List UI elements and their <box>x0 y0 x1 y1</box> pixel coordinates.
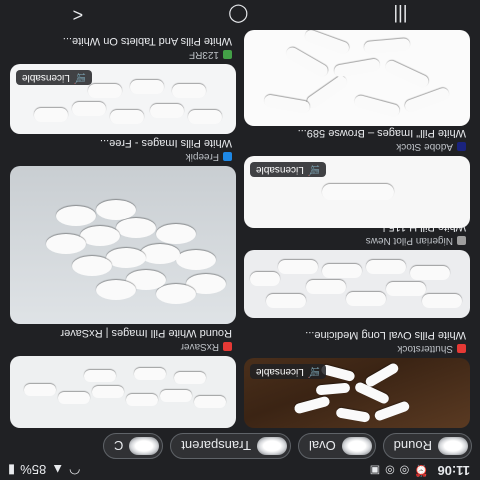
result-card[interactable]: 🛒 Licensable Adobe Stock White Pill" Imag… <box>244 127 470 228</box>
signal-icon: ▲ <box>51 462 65 478</box>
nav-bar: ||| ◯ < <box>0 0 480 30</box>
system-icons: ◠ ▲ 85% ▮ <box>8 462 81 479</box>
notification-icons: ⏰ ◎ ◎ ▣ <box>370 464 428 477</box>
result-source: Shutterstock <box>397 343 466 354</box>
chip-transparent[interactable]: Transparent <box>170 433 291 459</box>
result-title[interactable]: White Pills Oval Long Medicine... <box>305 329 466 341</box>
chip-thumbnail <box>438 437 468 455</box>
result-card[interactable]: Nigerian Pilot News White Pill H 115 |..… <box>244 221 470 318</box>
chip-label: Oval <box>308 438 336 454</box>
alarm-icon: ⏰ <box>414 464 428 476</box>
chip-thumbnail <box>256 437 287 455</box>
chip-thumbnail <box>341 437 372 455</box>
chip-oval[interactable]: Oval <box>297 433 376 459</box>
result-image[interactable]: 🛒 Licensable <box>244 156 470 228</box>
chip-label: C <box>113 438 124 454</box>
result-image[interactable] <box>244 250 470 318</box>
status-time: 11:06 <box>437 463 470 478</box>
favicon-icon <box>457 236 466 245</box>
result-image[interactable] <box>10 166 236 324</box>
result-image[interactable] <box>10 356 236 428</box>
recents-button[interactable]: ||| <box>393 5 407 26</box>
home-button[interactable]: ◯ <box>228 5 248 26</box>
back-button[interactable]: < <box>73 5 84 26</box>
result-source: 123RF <box>189 49 232 60</box>
chip-more[interactable]: C <box>102 433 164 459</box>
result-title[interactable]: Round White Pill Images | RxSaver <box>60 327 232 339</box>
result-source: Nigerian Pilot News <box>366 235 466 246</box>
result-source: RxSaver <box>181 341 232 352</box>
cart-icon: 🛒 <box>307 366 321 377</box>
chip-label: Transparent <box>181 438 251 454</box>
cart-icon: 🛒 <box>73 72 87 83</box>
licensable-badge: 🛒 Licensable <box>16 70 93 85</box>
status-bar: 11:06 ⏰ ◎ ◎ ▣ ◠ ▲ 85% ▮ <box>0 460 480 480</box>
result-title[interactable]: White Pills And Tablets On White... <box>63 35 232 47</box>
result-title[interactable]: White Pill" Images – Browse 589... <box>298 127 466 139</box>
result-card[interactable]: RxSaver Round White Pill Images | RxSave… <box>10 327 236 428</box>
result-card[interactable]: 🛒 Licensable 123RF White Pills And Tablet… <box>10 35 236 134</box>
result-image[interactable] <box>244 30 470 126</box>
chip-thumbnail <box>129 437 160 455</box>
filter-chips: Round Oval Transparent C <box>0 432 480 460</box>
battery-level: 85% <box>20 462 47 478</box>
phone-screen: 11:06 ⏰ ◎ ◎ ▣ ◠ ▲ 85% ▮ Round Oval Trans… <box>0 0 480 480</box>
chip-label: Round <box>393 438 432 454</box>
favicon-icon <box>457 344 466 353</box>
battery-icon: ▮ <box>8 463 16 478</box>
result-card[interactable] <box>244 30 470 126</box>
wifi-icon: ◠ <box>69 463 81 478</box>
chip-round[interactable]: Round <box>382 433 472 459</box>
result-title[interactable]: White Pills Images - Free... <box>100 137 232 149</box>
result-image[interactable]: 🛒 Licensable <box>244 358 470 428</box>
instagram-icon: ◎ <box>399 464 410 476</box>
instagram-icon-2: ◎ <box>385 464 395 476</box>
result-source: Adobe Stock <box>396 141 466 152</box>
favicon-icon <box>223 50 232 59</box>
favicon-icon <box>223 152 232 161</box>
cart-icon: 🛒 <box>307 164 321 175</box>
result-card[interactable]: 🛒 Licensable Shutterstock White Pills Ova… <box>244 329 470 428</box>
result-card[interactable]: Freepik White Pills Images - Free... <box>10 137 236 324</box>
favicon-icon <box>223 342 232 351</box>
favicon-icon <box>457 142 466 151</box>
result-source: Freepik <box>186 151 232 162</box>
licensable-badge: 🛒 Licensable <box>250 364 327 379</box>
message-icon: ▣ <box>369 464 381 476</box>
result-image[interactable]: 🛒 Licensable <box>10 64 236 134</box>
licensable-badge: 🛒 Licensable <box>250 162 327 177</box>
